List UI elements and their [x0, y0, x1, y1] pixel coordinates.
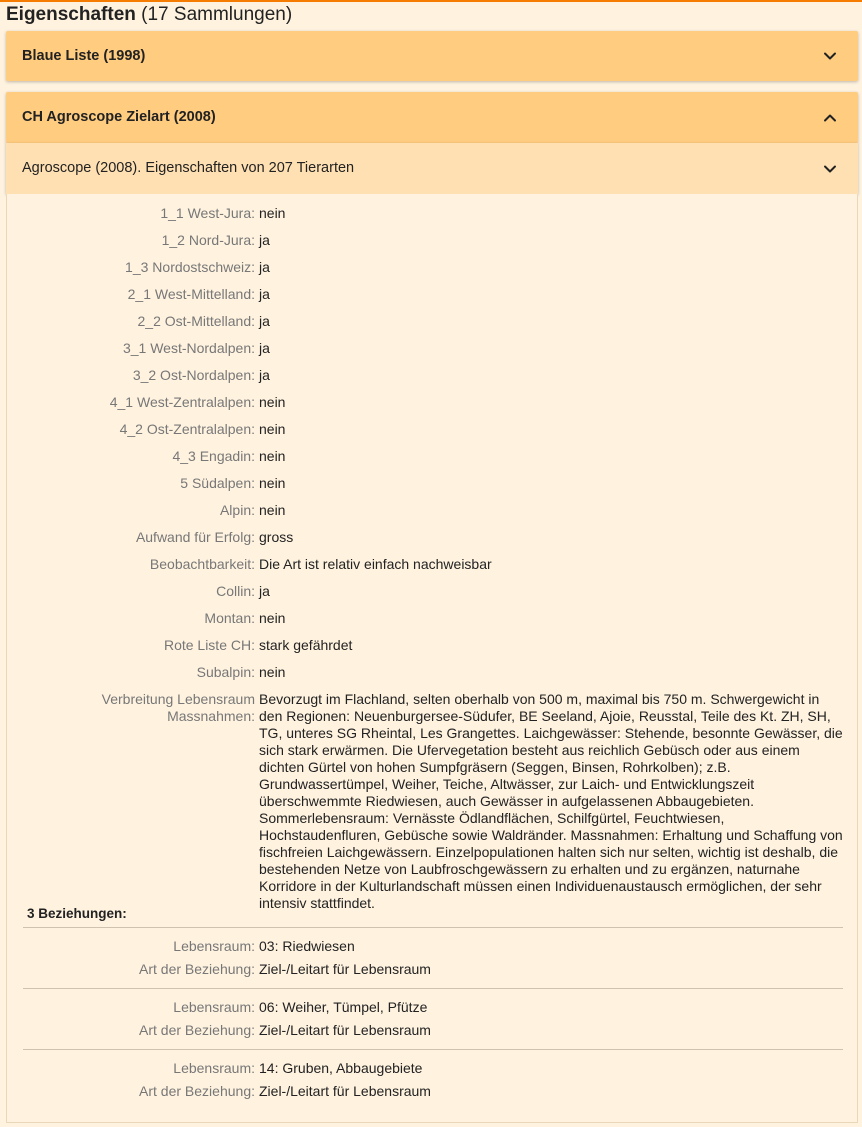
property-label: Verbreitung Lebensraum Massnahmen: — [101, 691, 255, 724]
property-label: 4_3 Engadin: — [172, 448, 255, 464]
relation-value: Ziel-/Leitart für Lebensraum — [259, 1083, 431, 1099]
collection-title: Blaue Liste (1998) — [22, 48, 146, 64]
property-value: nein — [259, 205, 286, 221]
collection-description-panel[interactable]: Agroscope (2008). Eigenschaften von 207 … — [6, 143, 858, 194]
property-label: 1_1 West-Jura: — [160, 205, 255, 221]
collection-body: 1_1 West-Jura: nein 1_2 Nord-Jura: ja 1_3 No… — [6, 194, 858, 1123]
relation-label: Lebensraum: — [173, 938, 255, 954]
collection-panel-agroscope[interactable]: CH Agroscope Zielart (2008) — [6, 92, 858, 143]
relation-value: 03: Riedwiesen — [259, 938, 355, 954]
page-title: Eigenschaften (17 Sammlungen) — [6, 4, 292, 26]
property-value: ja — [259, 232, 270, 248]
divider — [23, 927, 843, 928]
property-label: Collin: — [216, 583, 255, 599]
property-label: Alpin: — [219, 502, 255, 518]
property-value: Bevorzugt im Flachland, selten oberhalb … — [259, 691, 843, 911]
property-label: 5 Südalpen: — [180, 475, 255, 491]
divider — [23, 988, 843, 989]
property-value: nein — [259, 610, 286, 626]
relation-value: Ziel-/Leitart für Lebensraum — [259, 1022, 431, 1038]
page-title-main: Eigenschaften — [6, 4, 136, 25]
property-value: ja — [259, 340, 270, 356]
property-value: nein — [259, 421, 286, 437]
property-label: 1_2 Nord-Jura: — [161, 232, 255, 248]
property-label: 3_2 Ost-Nordalpen: — [132, 367, 255, 383]
collection-panel-blaue-liste[interactable]: Blaue Liste (1998) — [6, 31, 858, 81]
property-label: 3_1 West-Nordalpen: — [122, 340, 255, 356]
property-label: Aufwand für Erfolg: — [135, 529, 255, 545]
top-accent-line — [0, 0, 862, 2]
property-value: Die Art ist relativ einfach nachweisbar — [259, 556, 492, 572]
property-label: 4_1 West-Zentralalpen: — [109, 394, 255, 410]
property-label: Beobachtbarkeit: — [149, 556, 255, 572]
property-label: Rote Liste CH: — [163, 637, 255, 653]
relation-label: Art der Beziehung: — [139, 1083, 255, 1099]
property-label: 4_2 Ost-Zentralalpen: — [119, 421, 255, 437]
relation-value: 06: Weiher, Tümpel, Pfütze — [259, 999, 428, 1015]
property-value: nein — [259, 664, 286, 680]
relations-header: 3 Beziehungen: — [27, 906, 127, 921]
chevron-down-icon[interactable] — [820, 46, 840, 66]
relation-label: Art der Beziehung: — [139, 1022, 255, 1038]
relation-value: Ziel-/Leitart für Lebensraum — [259, 961, 431, 977]
relation-value: 14: Gruben, Abbaugebiete — [259, 1060, 423, 1076]
property-value: nein — [259, 448, 286, 464]
chevron-up-icon[interactable] — [820, 108, 840, 128]
relation-label: Art der Beziehung: — [139, 961, 255, 977]
property-value: ja — [259, 286, 270, 302]
collection-description: Agroscope (2008). Eigenschaften von 207 … — [22, 160, 355, 176]
divider — [23, 1049, 843, 1050]
property-value: gross — [259, 529, 294, 545]
chevron-down-icon[interactable] — [820, 159, 840, 179]
property-value: nein — [259, 502, 286, 518]
property-value: nein — [259, 475, 286, 491]
page-title-count: (17 Sammlungen) — [141, 4, 293, 25]
property-label: Montan: — [204, 610, 255, 626]
property-value: ja — [259, 583, 270, 599]
property-value: ja — [259, 259, 270, 275]
relation-label: Lebensraum: — [173, 1060, 255, 1076]
property-value: stark gefährdet — [259, 637, 353, 653]
property-value: nein — [259, 394, 286, 410]
property-label: 2_1 West-Mittelland: — [127, 286, 255, 302]
property-label: Subalpin: — [196, 664, 255, 680]
property-value: ja — [259, 313, 270, 329]
relation-label: Lebensraum: — [173, 999, 255, 1015]
property-label: 1_3 Nordostschweiz: — [125, 259, 255, 275]
collection-title: CH Agroscope Zielart (2008) — [22, 109, 216, 125]
property-label: 2_2 Ost-Mittelland: — [137, 313, 256, 329]
property-value: ja — [259, 367, 270, 383]
